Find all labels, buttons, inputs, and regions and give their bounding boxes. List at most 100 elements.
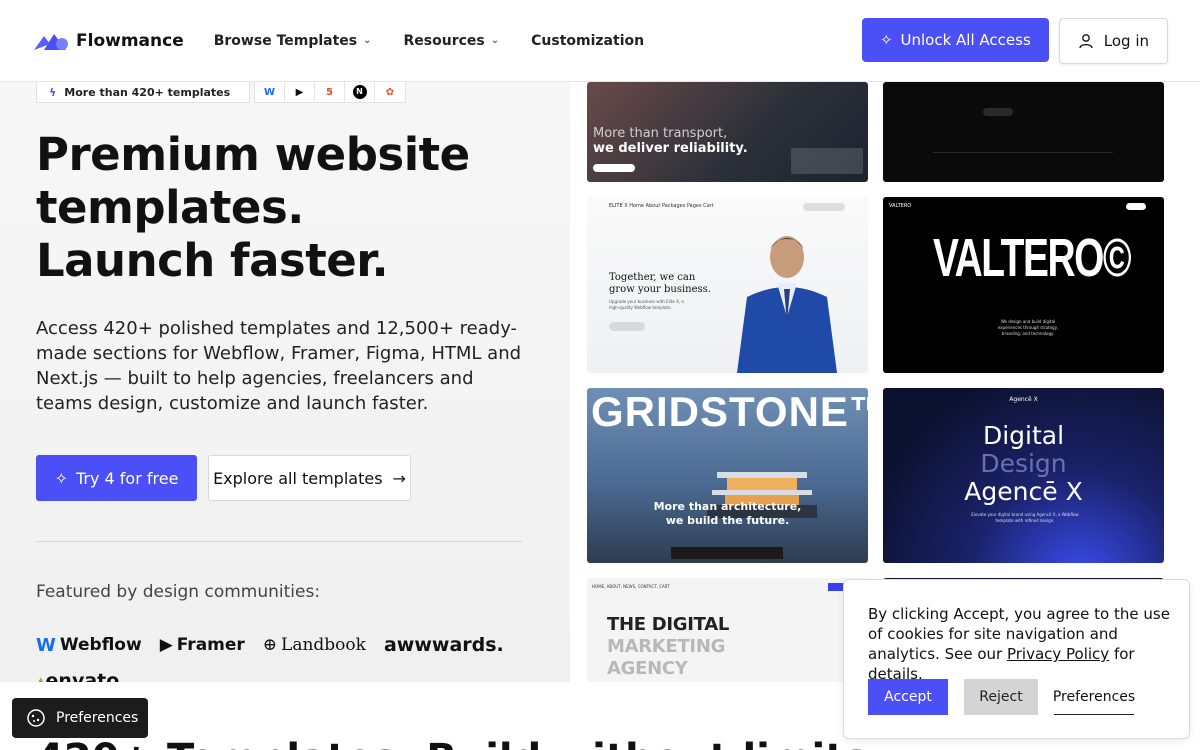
cookie-preferences-button[interactable]: Preferences	[1053, 679, 1135, 715]
nav-browse-templates[interactable]: Browse Templates ⌄	[214, 33, 372, 49]
main-nav: Browse Templates ⌄ Resources ⌄ Customiza…	[214, 33, 676, 49]
template-card-dark-saas[interactable]	[883, 82, 1164, 182]
nav-browse-templates-label: Browse Templates	[213, 32, 358, 49]
framer-icon: ▶	[159, 635, 173, 655]
webflow-logo-text: Webflow	[59, 635, 142, 655]
card-tag	[1126, 203, 1146, 210]
card-nav-cta	[803, 203, 845, 211]
card-logo: Agencē X	[1009, 396, 1038, 403]
site-header: Flowmance Browse Templates ⌄ Resources ⌄…	[0, 0, 1200, 82]
framer-icon: ▶	[285, 82, 315, 102]
card-headline-line2: we build the future.	[665, 514, 790, 527]
divider	[36, 541, 522, 542]
user-icon	[1079, 33, 1093, 48]
leaf-icon: ▴	[36, 670, 46, 682]
chevron-down-icon: ⌄	[363, 35, 372, 46]
card-headline-line2: we deliver reliability.	[593, 141, 748, 156]
nav-customization-label: Customization	[531, 32, 645, 49]
featured-label: Featured by design communities:	[36, 582, 321, 602]
template-card-valtero[interactable]: VALTERO VALTERO© We design and build dig…	[883, 197, 1164, 373]
section-heading: 420+ Templates. Build without limits.	[36, 736, 883, 750]
card-headline: THE DIGITAL MARKETING AGENCY	[607, 614, 729, 680]
sparkle-icon: ✧	[54, 468, 68, 488]
card-subtext: Elevate your digital brand using Agencē …	[971, 512, 1079, 523]
webflow-icon: W	[255, 82, 285, 102]
template-card-transport[interactable]: More than transport, we deliver reliabil…	[587, 82, 868, 182]
card-logo: VALTERO	[889, 203, 912, 209]
businessman-image	[737, 236, 837, 373]
html5-icon: 5	[315, 82, 345, 102]
try-free-label: Try 4 for free	[75, 468, 179, 488]
sparkle-icon: ✧	[879, 30, 893, 49]
template-card-elite-x[interactable]: ELITE X Home About Packages Pages Cart T…	[587, 197, 868, 373]
floating-preferences-label: Preferences	[56, 710, 139, 726]
card-nav-bar	[671, 547, 783, 559]
brand-logo[interactable]: Flowmance	[32, 30, 184, 52]
tool-icons: W ▶ 5 N ✿	[254, 82, 406, 103]
hero-lead: Access 420+ polished templates and 12,50…	[36, 318, 522, 414]
framer-logo-text: Framer	[176, 635, 245, 655]
webflow-icon: W	[36, 634, 56, 656]
cookie-accept-button[interactable]: Accept	[868, 679, 948, 715]
envato-logo: ▴envato	[36, 670, 119, 682]
try-free-button[interactable]: ✧ Try 4 for free	[36, 455, 197, 501]
card-headline: More than architecture, we build the fut…	[587, 500, 868, 528]
login-label: Log in	[1103, 31, 1149, 50]
card-headline-line1: Digital	[982, 421, 1065, 450]
privacy-policy-link[interactable]: Privacy Policy	[1007, 645, 1109, 663]
card-tag	[828, 583, 844, 591]
card-nav: ELITE X Home About Packages Pages Cart	[609, 203, 714, 209]
template-card-gridstone[interactable]: GRIDSTONE™ More than architecture, we bu…	[587, 388, 868, 563]
envato-logo-text: envato	[45, 670, 120, 682]
nav-resources-label: Resources	[403, 32, 485, 49]
nextjs-icon: N	[345, 82, 375, 102]
card-wordmark: GRIDSTONE™	[591, 388, 868, 435]
landbook-logo: ⊕ Landbook	[263, 635, 366, 655]
login-button[interactable]: Log in	[1058, 17, 1168, 64]
nav-resources[interactable]: Resources ⌄	[404, 33, 500, 49]
card-headline-line3: AGENCY	[607, 658, 688, 679]
template-card-agence-x[interactable]: Agencē X Digital Design Agencē X Elevate…	[883, 388, 1164, 563]
webflow-logo: W Webflow	[36, 635, 142, 656]
card-cta-pill	[593, 164, 635, 172]
framer-logo: ▶ Framer	[160, 635, 245, 655]
lightning-icon: ϟ	[49, 85, 57, 99]
card-headline-line2: Design	[980, 449, 1067, 478]
card-divider	[933, 152, 1113, 153]
brand-name: Flowmance	[76, 30, 184, 51]
explore-templates-button[interactable]: Explore all templates →	[208, 455, 411, 501]
explore-label: Explore all templates	[213, 468, 383, 488]
card-button	[609, 322, 645, 331]
card-headline-line2: MARKETING	[607, 636, 726, 657]
card-nav: HOME, ABOUT, NEWS, CONTACT, CART	[592, 584, 670, 589]
template-card-digital-marketing[interactable]: HOME, ABOUT, NEWS, CONTACT, CART THE DIG…	[587, 578, 868, 682]
card-headline-line3: Agencē X	[964, 477, 1083, 506]
card-headline: More than transport, we deliver reliabil…	[593, 126, 748, 156]
hero-section: ϟ More than 420+ templates W ▶ 5 N ✿ Pre…	[0, 82, 570, 682]
arrow-right-icon: →	[392, 468, 406, 488]
unlock-all-access-button[interactable]: ✧ Unlock All Access	[861, 17, 1049, 62]
card-subtext: Upgrade your business with Elite X, a hi…	[609, 299, 684, 310]
unlock-label: Unlock All Access	[900, 30, 1031, 49]
page-title: Premium website templates. Launch faster…	[36, 128, 470, 287]
cookie-banner: By clicking Accept, you agree to the use…	[843, 579, 1190, 739]
card-subtext: We design and build digital experiences …	[997, 319, 1059, 336]
chevron-down-icon: ⌄	[490, 35, 500, 46]
flowmance-logo-icon	[34, 33, 68, 50]
card-headline-line1: THE DIGITAL	[607, 614, 729, 635]
cookie-icon	[27, 709, 45, 727]
card-headline-line1: More than transport,	[593, 126, 728, 141]
globe-icon: ⊕	[262, 635, 278, 655]
card-headline-line1: More than architecture,	[653, 500, 802, 513]
badge-label: More than 420+ templates	[64, 85, 231, 99]
awwwards-logo: awwwards.	[384, 634, 504, 656]
cookie-reject-button[interactable]: Reject	[964, 679, 1038, 715]
cookie-message: By clicking Accept, you agree to the use…	[868, 604, 1170, 684]
card-headline: Together, we can grow your business.	[609, 272, 711, 296]
floating-preferences-button[interactable]: Preferences	[12, 698, 148, 738]
templates-count-badge: ϟ More than 420+ templates	[36, 82, 250, 103]
nav-customization[interactable]: Customization	[531, 33, 644, 49]
figma-icon: ✿	[385, 86, 395, 98]
brand-logos: W Webflow ▶ Framer ⊕ Landbook awwwards.	[36, 634, 504, 656]
card-profile-widget	[791, 148, 863, 174]
